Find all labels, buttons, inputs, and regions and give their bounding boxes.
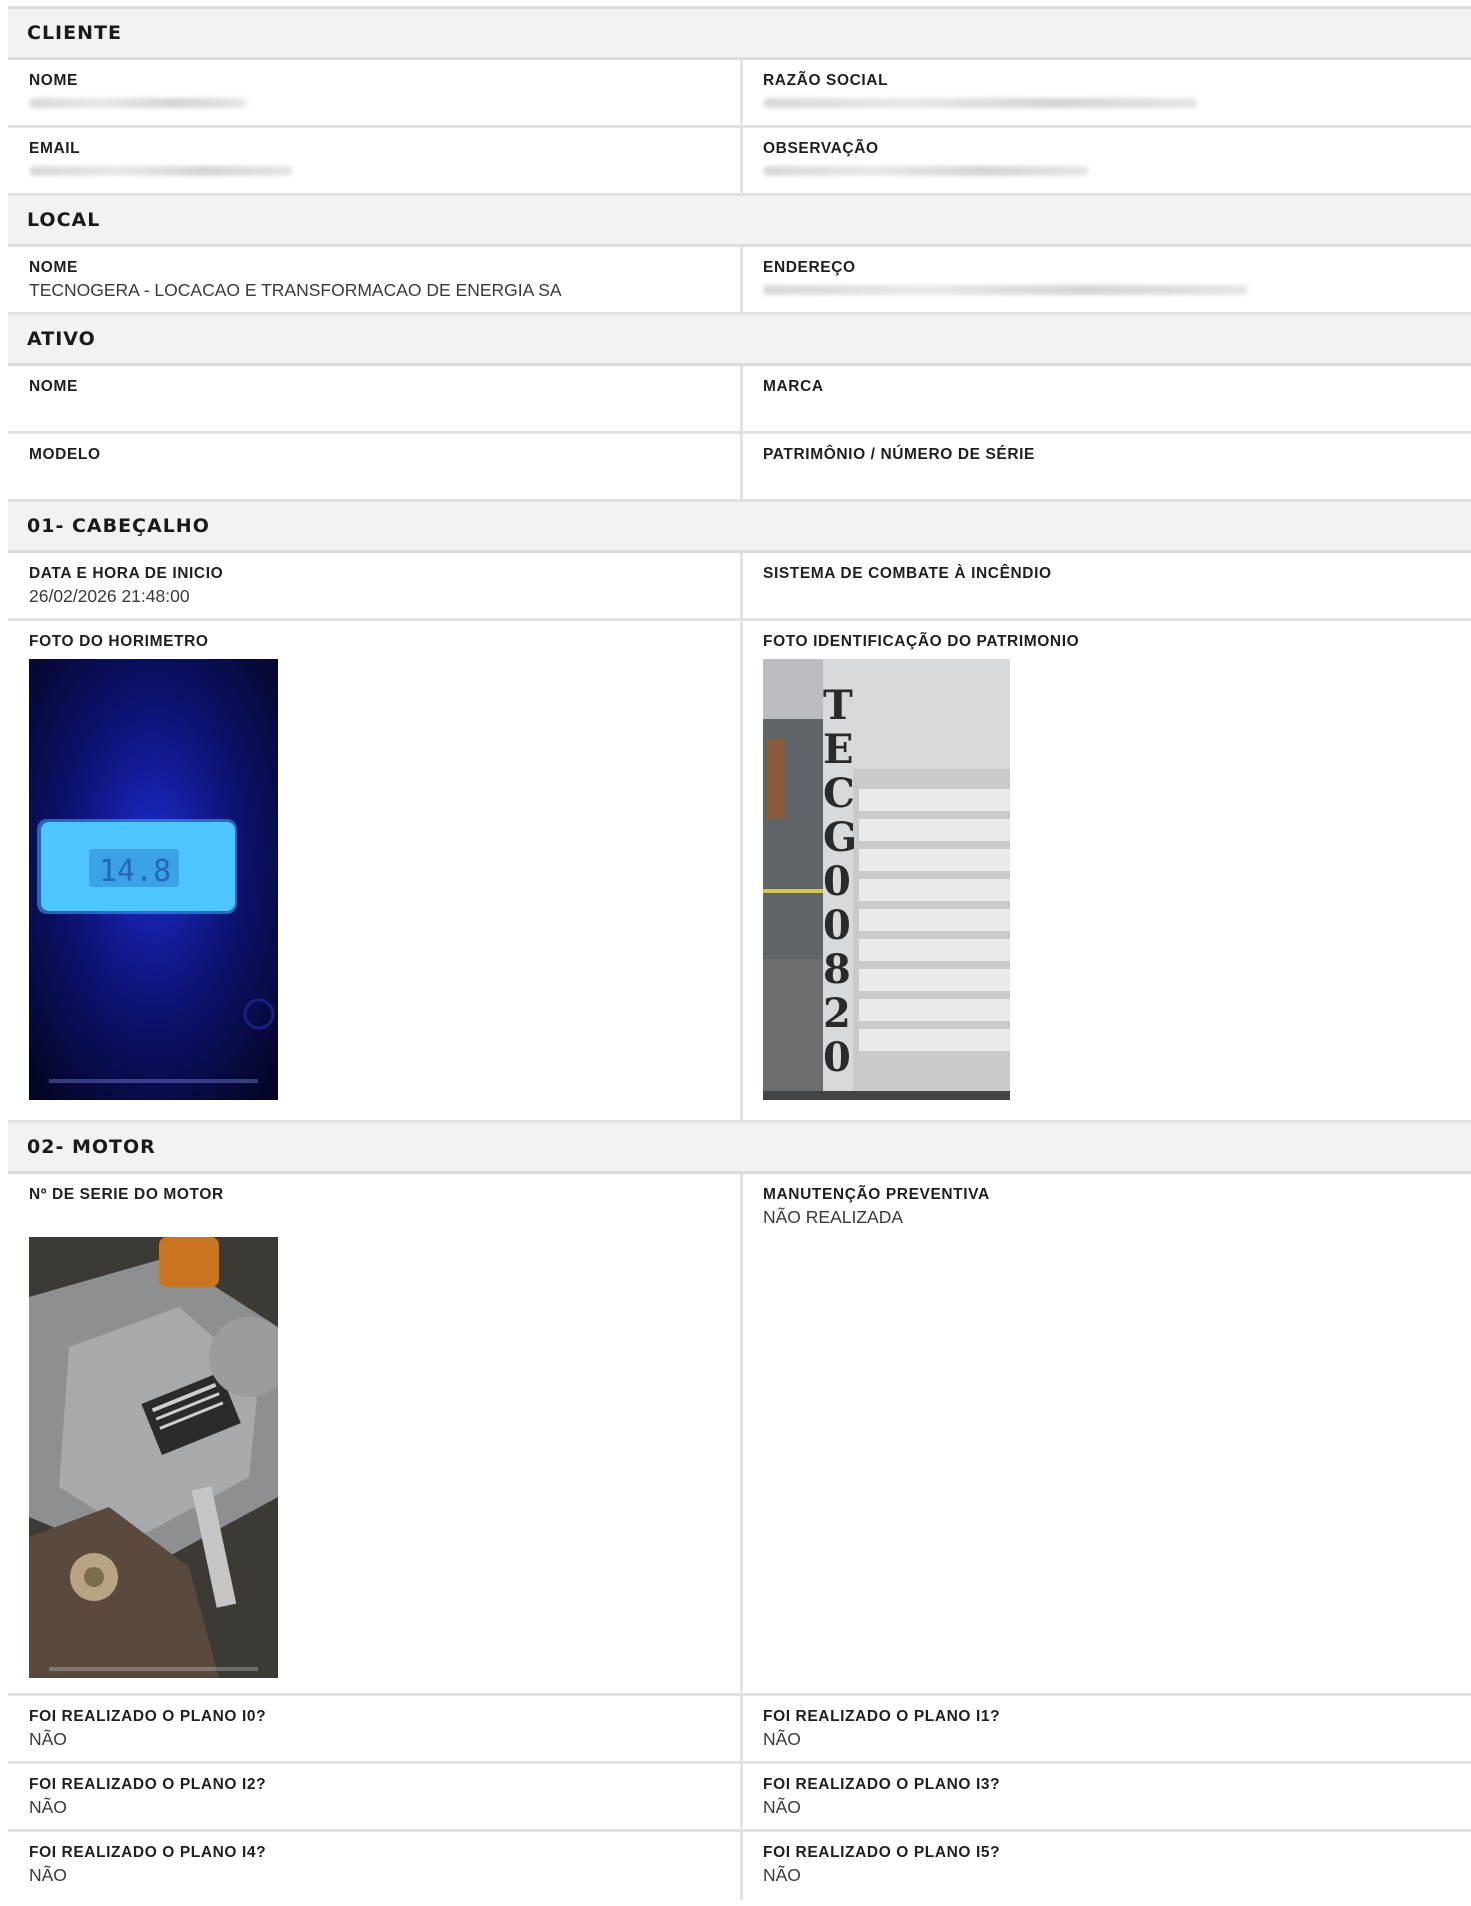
field-label: PATRIMÔNIO / NÚMERO DE SÉRIE	[763, 446, 1035, 463]
section-header-local: LOCAL	[8, 196, 1471, 247]
horimetro-photo[interactable]: 14.8	[29, 659, 278, 1100]
row-motor-serie: Nº DE SERIE DO MOTOR MANUTENÇÃO PREVENTI…	[8, 1174, 1471, 1696]
field-label: FOI REALIZADO O PLANO I2?	[29, 1776, 267, 1793]
field-plano-i1: FOI REALIZADO O PLANO I1? NÃO	[743, 1696, 1471, 1761]
field-foto-patrimonio: FOTO IDENTIFICAÇÃO DO PATRIMONIO T E C G…	[743, 621, 1471, 1120]
field-serie-motor: Nº DE SERIE DO MOTOR	[8, 1174, 743, 1693]
field-value: NÃO	[29, 1865, 67, 1885]
field-label: NOME	[29, 378, 78, 395]
field-label: DATA E HORA DE INICIO	[29, 565, 224, 582]
field-endereco: ENDEREÇO	[743, 247, 1471, 312]
redacted-value	[763, 98, 1198, 108]
field-label: FOI REALIZADO O PLANO I5?	[763, 1844, 1001, 1861]
field-razao-social: RAZÃO SOCIAL	[743, 60, 1471, 125]
field-label: FOTO IDENTIFICAÇÃO DO PATRIMONIO	[763, 633, 1080, 650]
section-header-cabecalho: 01- CABEÇALHO	[8, 502, 1471, 553]
field-sistema-incendio: SISTEMA DE COMBATE À INCÊNDIO	[743, 553, 1471, 618]
field-value: NÃO	[763, 1729, 801, 1749]
field-value: NÃO	[763, 1865, 801, 1885]
field-label: MARCA	[763, 378, 824, 395]
field-value: 26/02/2026 21:48:00	[29, 586, 190, 606]
redacted-value	[29, 166, 293, 176]
field-label: FOI REALIZADO O PLANO I3?	[763, 1776, 1001, 1793]
section-title: LOCAL	[27, 209, 101, 231]
field-value: NÃO	[763, 1797, 801, 1817]
section-header-motor: 02- MOTOR	[8, 1123, 1471, 1174]
row-cliente-nome: NOME RAZÃO SOCIAL	[8, 60, 1471, 128]
field-plano-i4: FOI REALIZADO O PLANO I4? NÃO	[8, 1832, 743, 1900]
field-value: NÃO	[29, 1729, 67, 1749]
section-title: 01- CABEÇALHO	[27, 515, 210, 537]
row-plano-i0-i1: FOI REALIZADO O PLANO I0? NÃO FOI REALIZ…	[8, 1696, 1471, 1764]
field-label: MODELO	[29, 446, 101, 463]
row-cabecalho-fotos: FOTO DO HORIMETRO 14.8 FOTO IDENTIFICAÇÃ…	[8, 621, 1471, 1123]
field-local-nome: NOME TECNOGERA - LOCACAO E TRANSFORMACAO…	[8, 247, 743, 312]
row-ativo-nome: NOME MARCA	[8, 366, 1471, 434]
field-plano-i3: FOI REALIZADO O PLANO I3? NÃO	[743, 1764, 1471, 1829]
field-email: EMAIL	[8, 128, 743, 193]
field-patrimonio: PATRIMÔNIO / NÚMERO DE SÉRIE	[743, 434, 1471, 499]
redacted-value	[29, 98, 247, 108]
svg-text:14.8: 14.8	[99, 854, 171, 889]
field-label: Nº DE SERIE DO MOTOR	[29, 1186, 224, 1203]
row-local: NOME TECNOGERA - LOCACAO E TRANSFORMACAO…	[8, 247, 1471, 315]
row-cabecalho-data: DATA E HORA DE INICIO 26/02/2026 21:48:0…	[8, 553, 1471, 621]
field-data-inicio: DATA E HORA DE INICIO 26/02/2026 21:48:0…	[8, 553, 743, 618]
field-label: SISTEMA DE COMBATE À INCÊNDIO	[763, 565, 1052, 582]
row-plano-i4-i5: FOI REALIZADO O PLANO I4? NÃO FOI REALIZ…	[8, 1832, 1471, 1900]
field-nome: NOME	[8, 60, 743, 125]
field-modelo: MODELO	[8, 434, 743, 499]
field-ativo-nome: NOME	[8, 366, 743, 431]
field-value: NÃO	[29, 1797, 67, 1817]
section-title: CLIENTE	[27, 22, 122, 44]
field-label: FOI REALIZADO O PLANO I0?	[29, 1708, 267, 1725]
field-value: NÃO REALIZADA	[763, 1207, 904, 1227]
field-label: NOME	[29, 72, 78, 89]
field-label: NOME	[29, 259, 78, 276]
field-manutencao-preventiva: MANUTENÇÃO PREVENTIVA NÃO REALIZADA	[743, 1174, 1471, 1693]
section-title: 02- MOTOR	[27, 1136, 156, 1158]
redacted-value	[763, 166, 1089, 176]
field-foto-horimetro: FOTO DO HORIMETRO 14.8	[8, 621, 743, 1120]
patrimonio-photo[interactable]: TECG00820	[763, 659, 1010, 1100]
section-title: ATIVO	[27, 328, 96, 350]
section-header-ativo: ATIVO	[8, 315, 1471, 366]
field-plano-i5: FOI REALIZADO O PLANO I5? NÃO	[743, 1832, 1471, 1900]
field-label: FOTO DO HORIMETRO	[29, 633, 209, 650]
field-plano-i0: FOI REALIZADO O PLANO I0? NÃO	[8, 1696, 743, 1761]
inspection-report: CLIENTE NOME RAZÃO SOCIAL EMAIL OBSERVAÇ…	[8, 6, 1471, 1900]
row-cliente-email: EMAIL OBSERVAÇÃO	[8, 128, 1471, 196]
row-ativo-modelo: MODELO PATRIMÔNIO / NÚMERO DE SÉRIE	[8, 434, 1471, 502]
field-label: OBSERVAÇÃO	[763, 140, 879, 157]
motor-serie-photo[interactable]	[29, 1237, 278, 1678]
field-plano-i2: FOI REALIZADO O PLANO I2? NÃO	[8, 1764, 743, 1829]
redacted-value	[763, 285, 1248, 295]
field-label: FOI REALIZADO O PLANO I4?	[29, 1844, 267, 1861]
louvers	[859, 789, 1010, 1051]
row-plano-i2-i3: FOI REALIZADO O PLANO I2? NÃO FOI REALIZ…	[8, 1764, 1471, 1832]
field-label: ENDEREÇO	[763, 259, 856, 276]
field-label: FOI REALIZADO O PLANO I1?	[763, 1708, 1001, 1725]
field-observacao: OBSERVAÇÃO	[743, 128, 1471, 193]
field-value: TECNOGERA - LOCACAO E TRANSFORMACAO DE E…	[29, 280, 562, 300]
field-marca: MARCA	[743, 366, 1471, 431]
field-label: RAZÃO SOCIAL	[763, 72, 889, 89]
section-header-cliente: CLIENTE	[8, 9, 1471, 60]
field-label: EMAIL	[29, 140, 81, 157]
field-label: MANUTENÇÃO PREVENTIVA	[763, 1186, 990, 1203]
